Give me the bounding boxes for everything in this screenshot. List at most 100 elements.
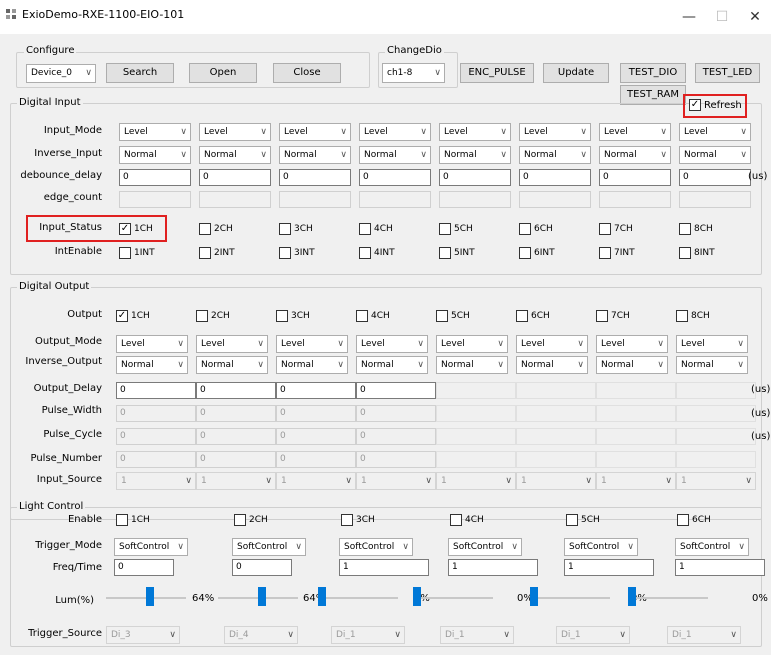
- light-enable-checkbox-5[interactable]: 5CH: [566, 514, 600, 526]
- output-checkbox-6[interactable]: 6CH: [516, 310, 550, 322]
- trigger-source-select-1[interactable]: Di_3 ∨: [106, 626, 180, 644]
- freq-time-input-3[interactable]: 1: [339, 559, 429, 576]
- inverse-output-select-7[interactable]: Normal ∨: [596, 356, 668, 374]
- lum-slider-thumb-5[interactable]: [530, 587, 538, 606]
- output-mode-select-7[interactable]: Level ∨: [596, 335, 668, 353]
- input-source-select-5[interactable]: 1 ∨: [436, 472, 516, 490]
- lum-slider-thumb-4[interactable]: [413, 587, 421, 606]
- output-checkbox-1[interactable]: ✓ 1CH: [116, 310, 150, 322]
- inverse-input-select-7[interactable]: Normal ∨: [599, 146, 671, 164]
- refresh-checkbox[interactable]: ✓ Refresh: [689, 99, 742, 111]
- trigger-mode-select-3[interactable]: SoftControl ∨: [339, 538, 413, 556]
- lum-slider-track-5[interactable]: [530, 597, 610, 599]
- inverse-input-select-8[interactable]: Normal ∨: [679, 146, 751, 164]
- lum-slider-thumb-6[interactable]: [628, 587, 636, 606]
- freq-time-input-6[interactable]: 1: [675, 559, 765, 576]
- trigger-source-select-6[interactable]: Di_1 ∨: [667, 626, 741, 644]
- intenable-checkbox-5[interactable]: 5INT: [439, 247, 475, 259]
- debounce-delay-input-4[interactable]: 0: [359, 169, 431, 186]
- input-mode-select-2[interactable]: Level ∨: [199, 123, 271, 141]
- test-ram-button[interactable]: TEST_RAM: [620, 85, 686, 105]
- freq-time-input-1[interactable]: 0: [114, 559, 174, 576]
- inverse-input-select-6[interactable]: Normal ∨: [519, 146, 591, 164]
- inverse-input-select-5[interactable]: Normal ∨: [439, 146, 511, 164]
- lum-slider-thumb-1[interactable]: [145, 587, 154, 606]
- debounce-delay-input-7[interactable]: 0: [599, 169, 671, 186]
- test-led-button[interactable]: TEST_LED: [695, 63, 760, 83]
- light-enable-checkbox-3[interactable]: 3CH: [341, 514, 375, 526]
- input-source-select-6[interactable]: 1 ∨: [516, 472, 596, 490]
- output-mode-select-2[interactable]: Level ∨: [196, 335, 268, 353]
- open-button[interactable]: Open: [189, 63, 257, 83]
- trigger-source-select-4[interactable]: Di_1 ∨: [440, 626, 514, 644]
- intenable-checkbox-2[interactable]: 2INT: [199, 247, 235, 259]
- output-checkbox-3[interactable]: 3CH: [276, 310, 310, 322]
- input-status-checkbox-6[interactable]: 6CH: [519, 223, 553, 235]
- trigger-mode-select-4[interactable]: SoftControl ∨: [448, 538, 522, 556]
- trigger-mode-select-2[interactable]: SoftControl ∨: [232, 538, 306, 556]
- inverse-output-select-2[interactable]: Normal ∨: [196, 356, 268, 374]
- output-delay-input-4[interactable]: 0: [356, 382, 436, 399]
- input-mode-select-4[interactable]: Level ∨: [359, 123, 431, 141]
- input-source-select-1[interactable]: 1 ∨: [116, 472, 196, 490]
- input-source-select-4[interactable]: 1 ∨: [356, 472, 436, 490]
- trigger-source-select-5[interactable]: Di_1 ∨: [556, 626, 630, 644]
- lum-slider-track-6[interactable]: [628, 597, 708, 599]
- output-mode-select-4[interactable]: Level ∨: [356, 335, 428, 353]
- input-mode-select-7[interactable]: Level ∨: [599, 123, 671, 141]
- close-window-button[interactable]: ✕: [744, 6, 766, 28]
- light-enable-checkbox-2[interactable]: 2CH: [234, 514, 268, 526]
- input-mode-select-8[interactable]: Level ∨: [679, 123, 751, 141]
- inverse-output-select-6[interactable]: Normal ∨: [516, 356, 588, 374]
- input-mode-select-1[interactable]: Level ∨: [119, 123, 191, 141]
- input-status-checkbox-5[interactable]: 5CH: [439, 223, 473, 235]
- output-mode-select-6[interactable]: Level ∨: [516, 335, 588, 353]
- output-checkbox-8[interactable]: 8CH: [676, 310, 710, 322]
- input-status-checkbox-1[interactable]: ✓ 1CH: [119, 223, 153, 235]
- light-enable-checkbox-4[interactable]: 4CH: [450, 514, 484, 526]
- enc-pulse-button[interactable]: ENC_PULSE: [460, 63, 534, 83]
- trigger-source-select-2[interactable]: Di_4 ∨: [224, 626, 298, 644]
- input-source-select-7[interactable]: 1 ∨: [596, 472, 676, 490]
- changedio-select[interactable]: ch1-8 ∨: [382, 63, 445, 83]
- trigger-mode-select-1[interactable]: SoftControl ∨: [114, 538, 188, 556]
- intenable-checkbox-4[interactable]: 4INT: [359, 247, 395, 259]
- lum-slider-track-4[interactable]: [413, 597, 493, 599]
- light-enable-checkbox-1[interactable]: 1CH: [116, 514, 150, 526]
- inverse-output-select-4[interactable]: Normal ∨: [356, 356, 428, 374]
- close-button[interactable]: Close: [273, 63, 341, 83]
- maximize-button[interactable]: ☐: [711, 6, 733, 28]
- output-delay-input-3[interactable]: 0: [276, 382, 356, 399]
- output-checkbox-7[interactable]: 7CH: [596, 310, 630, 322]
- intenable-checkbox-8[interactable]: 8INT: [679, 247, 715, 259]
- freq-time-input-4[interactable]: 1: [448, 559, 538, 576]
- output-delay-input-2[interactable]: 0: [196, 382, 276, 399]
- intenable-checkbox-1[interactable]: 1INT: [119, 247, 155, 259]
- input-source-select-8[interactable]: 1 ∨: [676, 472, 756, 490]
- intenable-checkbox-6[interactable]: 6INT: [519, 247, 555, 259]
- debounce-delay-input-1[interactable]: 0: [119, 169, 191, 186]
- output-mode-select-1[interactable]: Level ∨: [116, 335, 188, 353]
- test-dio-button[interactable]: TEST_DIO: [620, 63, 686, 83]
- debounce-delay-input-5[interactable]: 0: [439, 169, 511, 186]
- inverse-input-select-4[interactable]: Normal ∨: [359, 146, 431, 164]
- light-enable-checkbox-6[interactable]: 6CH: [677, 514, 711, 526]
- input-source-select-3[interactable]: 1 ∨: [276, 472, 356, 490]
- debounce-delay-input-3[interactable]: 0: [279, 169, 351, 186]
- intenable-checkbox-3[interactable]: 3INT: [279, 247, 315, 259]
- inverse-input-select-2[interactable]: Normal ∨: [199, 146, 271, 164]
- trigger-source-select-3[interactable]: Di_1 ∨: [331, 626, 405, 644]
- inverse-output-select-5[interactable]: Normal ∨: [436, 356, 508, 374]
- input-mode-select-5[interactable]: Level ∨: [439, 123, 511, 141]
- inverse-output-select-8[interactable]: Normal ∨: [676, 356, 748, 374]
- input-status-checkbox-7[interactable]: 7CH: [599, 223, 633, 235]
- trigger-mode-select-5[interactable]: SoftControl ∨: [564, 538, 638, 556]
- freq-time-input-2[interactable]: 0: [232, 559, 292, 576]
- output-mode-select-8[interactable]: Level ∨: [676, 335, 748, 353]
- lum-slider-thumb-3[interactable]: [318, 587, 326, 606]
- debounce-delay-input-2[interactable]: 0: [199, 169, 271, 186]
- debounce-delay-input-8[interactable]: 0: [679, 169, 751, 186]
- output-checkbox-2[interactable]: 2CH: [196, 310, 230, 322]
- output-mode-select-5[interactable]: Level ∨: [436, 335, 508, 353]
- inverse-output-select-3[interactable]: Normal ∨: [276, 356, 348, 374]
